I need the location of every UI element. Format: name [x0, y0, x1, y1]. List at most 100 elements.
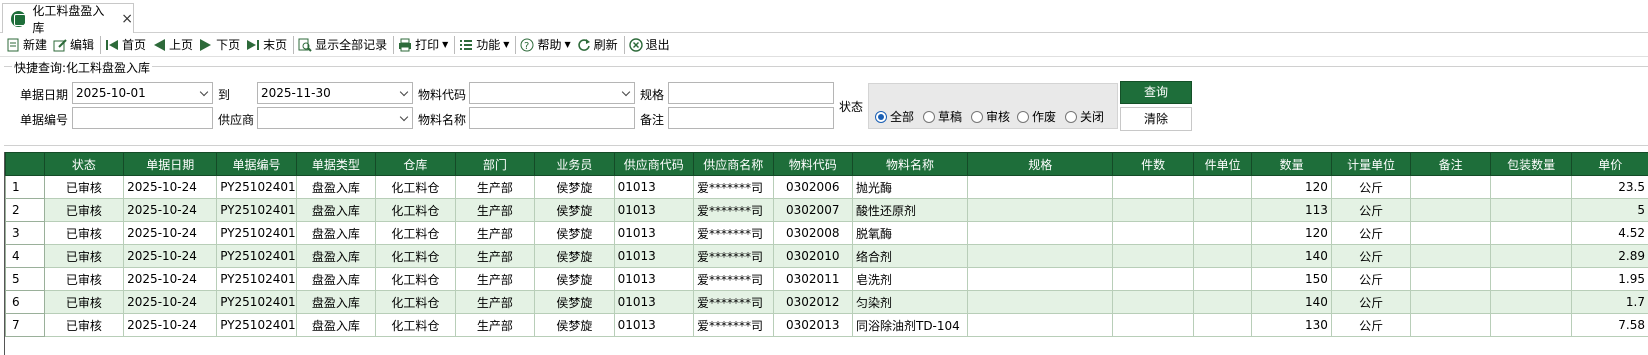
table-cell[interactable]: PY25102401: [216, 221, 297, 245]
table-row[interactable]: 1 已审核 2025-10-24 PY25102401 盘盈入库 化工料仓 生产部 侯梦旋 01…: [5, 175, 1648, 199]
table-cell[interactable]: PY25102401: [216, 290, 297, 314]
table-cell[interactable]: 0302010: [772, 244, 853, 268]
table-cell[interactable]: 抛光酶: [851, 175, 969, 199]
column-header[interactable]: 件单位: [1192, 152, 1253, 176]
table-cell[interactable]: 匀染剂: [851, 290, 969, 314]
column-header[interactable]: 单据类型: [295, 152, 377, 176]
table-cell[interactable]: 络合剂: [851, 244, 969, 268]
table-cell[interactable]: 01013: [613, 313, 695, 337]
table-cell[interactable]: 01013: [613, 175, 695, 199]
table-cell[interactable]: 盘盈入库: [295, 290, 377, 314]
table-cell[interactable]: 化工料仓: [375, 290, 456, 314]
table-row[interactable]: 7 已审核 2025-10-24 PY25102401 盘盈入库 化工料仓 生产部 侯梦旋 01…: [5, 313, 1648, 337]
status-radio-void[interactable]: 作废: [1017, 108, 1056, 125]
table-cell[interactable]: [1410, 244, 1491, 268]
table-cell[interactable]: [1112, 175, 1194, 199]
table-cell[interactable]: [1410, 313, 1491, 337]
table-cell[interactable]: [967, 290, 1114, 314]
table-cell[interactable]: [1410, 175, 1491, 199]
table-cell[interactable]: 7.58: [1571, 313, 1648, 337]
table-cell[interactable]: PY25102401: [216, 244, 297, 268]
table-cell[interactable]: [1192, 175, 1253, 199]
column-header[interactable]: 物料代码: [772, 152, 853, 176]
table-cell[interactable]: 化工料仓: [375, 313, 456, 337]
column-header[interactable]: 计量单位: [1330, 152, 1412, 176]
table-cell[interactable]: [1489, 290, 1573, 314]
date-from-picker[interactable]: 2025-10-01: [72, 82, 213, 104]
column-header[interactable]: 单价: [1571, 152, 1648, 176]
table-cell[interactable]: 01013: [613, 244, 695, 268]
table-cell[interactable]: 0302011: [772, 267, 853, 291]
table-cell[interactable]: [967, 221, 1114, 245]
table-cell[interactable]: [1192, 221, 1253, 245]
table-cell[interactable]: 化工料仓: [375, 267, 456, 291]
table-cell[interactable]: 侯梦旋: [534, 313, 615, 337]
table-cell[interactable]: 1.7: [1571, 290, 1648, 314]
table-cell[interactable]: [1112, 267, 1194, 291]
table-cell[interactable]: 爱*******司: [693, 175, 774, 199]
status-radio-closed[interactable]: 关闭: [1065, 108, 1104, 125]
table-cell[interactable]: [1192, 198, 1253, 222]
table-cell[interactable]: 01013: [613, 221, 695, 245]
table-cell[interactable]: 生产部: [454, 313, 536, 337]
table-row[interactable]: 6 已审核 2025-10-24 PY25102401 盘盈入库 化工料仓 生产部 侯梦旋 01…: [5, 290, 1648, 314]
table-row[interactable]: 2 已审核 2025-10-24 PY25102401 盘盈入库 化工料仓 生产部 侯梦旋 01…: [5, 198, 1648, 222]
table-cell[interactable]: 01013: [613, 290, 695, 314]
table-cell[interactable]: 爱*******司: [693, 290, 774, 314]
table-cell[interactable]: 同浴除油剂TD-104: [851, 313, 969, 337]
table-cell[interactable]: 公斤: [1330, 244, 1412, 268]
print-button[interactable]: 打印 ▼: [396, 34, 452, 56]
table-cell[interactable]: 盘盈入库: [295, 244, 377, 268]
table-cell[interactable]: 已审核: [43, 221, 125, 245]
table-cell[interactable]: 4.52: [1571, 221, 1648, 245]
table-cell[interactable]: 2025-10-24: [123, 267, 218, 291]
table-cell[interactable]: 已审核: [43, 290, 125, 314]
table-cell[interactable]: 侯梦旋: [534, 267, 615, 291]
edit-button[interactable]: 编辑: [51, 34, 98, 56]
table-cell[interactable]: 01013: [613, 267, 695, 291]
table-cell[interactable]: [967, 198, 1114, 222]
table-cell[interactable]: 爱*******司: [693, 221, 774, 245]
table-cell[interactable]: [1489, 267, 1573, 291]
table-cell[interactable]: 侯梦旋: [534, 290, 615, 314]
table-cell[interactable]: 生产部: [454, 221, 536, 245]
column-header[interactable]: 业务员: [534, 152, 615, 176]
table-cell[interactable]: 113: [1251, 198, 1332, 222]
table-cell[interactable]: 已审核: [43, 175, 125, 199]
table-cell[interactable]: 公斤: [1330, 221, 1412, 245]
query-button[interactable]: 查询: [1120, 81, 1192, 104]
table-cell[interactable]: [1489, 198, 1573, 222]
table-cell[interactable]: 化工料仓: [375, 175, 456, 199]
column-header[interactable]: 单据日期: [123, 152, 218, 176]
table-cell[interactable]: [967, 313, 1114, 337]
table-cell[interactable]: 已审核: [43, 244, 125, 268]
table-cell[interactable]: [967, 175, 1114, 199]
exit-button[interactable]: 退出: [627, 34, 674, 56]
table-cell[interactable]: 120: [1251, 175, 1332, 199]
table-cell[interactable]: [1112, 198, 1194, 222]
table-cell[interactable]: [1192, 313, 1253, 337]
column-header[interactable]: 部门: [454, 152, 536, 176]
table-cell[interactable]: 爱*******司: [693, 244, 774, 268]
table-cell[interactable]: 2025-10-24: [123, 290, 218, 314]
table-cell[interactable]: 140: [1251, 244, 1332, 268]
next-page-button[interactable]: 下页: [197, 34, 244, 56]
row-number-cell[interactable]: 7: [5, 313, 45, 337]
row-number-cell[interactable]: 3: [5, 221, 45, 245]
supplier-select[interactable]: [257, 107, 413, 129]
table-cell[interactable]: 公斤: [1330, 290, 1412, 314]
tab-chemical-inbound[interactable]: 化工料盘盈入库 ×: [2, 3, 134, 35]
status-radio-draft[interactable]: 草稿: [923, 108, 962, 125]
table-cell[interactable]: 150: [1251, 267, 1332, 291]
table-cell[interactable]: 化工料仓: [375, 221, 456, 245]
column-header[interactable]: 供应商代码: [613, 152, 695, 176]
table-cell[interactable]: 2025-10-24: [123, 175, 218, 199]
table-cell[interactable]: 盘盈入库: [295, 267, 377, 291]
table-cell[interactable]: 公斤: [1330, 175, 1412, 199]
table-cell[interactable]: [1112, 313, 1194, 337]
table-cell[interactable]: 酸性还原剂: [851, 198, 969, 222]
table-cell[interactable]: 皂洗剂: [851, 267, 969, 291]
column-header[interactable]: 包装数量: [1489, 152, 1573, 176]
table-row[interactable]: 3 已审核 2025-10-24 PY25102401 盘盈入库 化工料仓 生产部 侯梦旋 01…: [5, 221, 1648, 245]
table-row[interactable]: 5 已审核 2025-10-24 PY25102401 盘盈入库 化工料仓 生产部 侯梦旋 01…: [5, 267, 1648, 291]
